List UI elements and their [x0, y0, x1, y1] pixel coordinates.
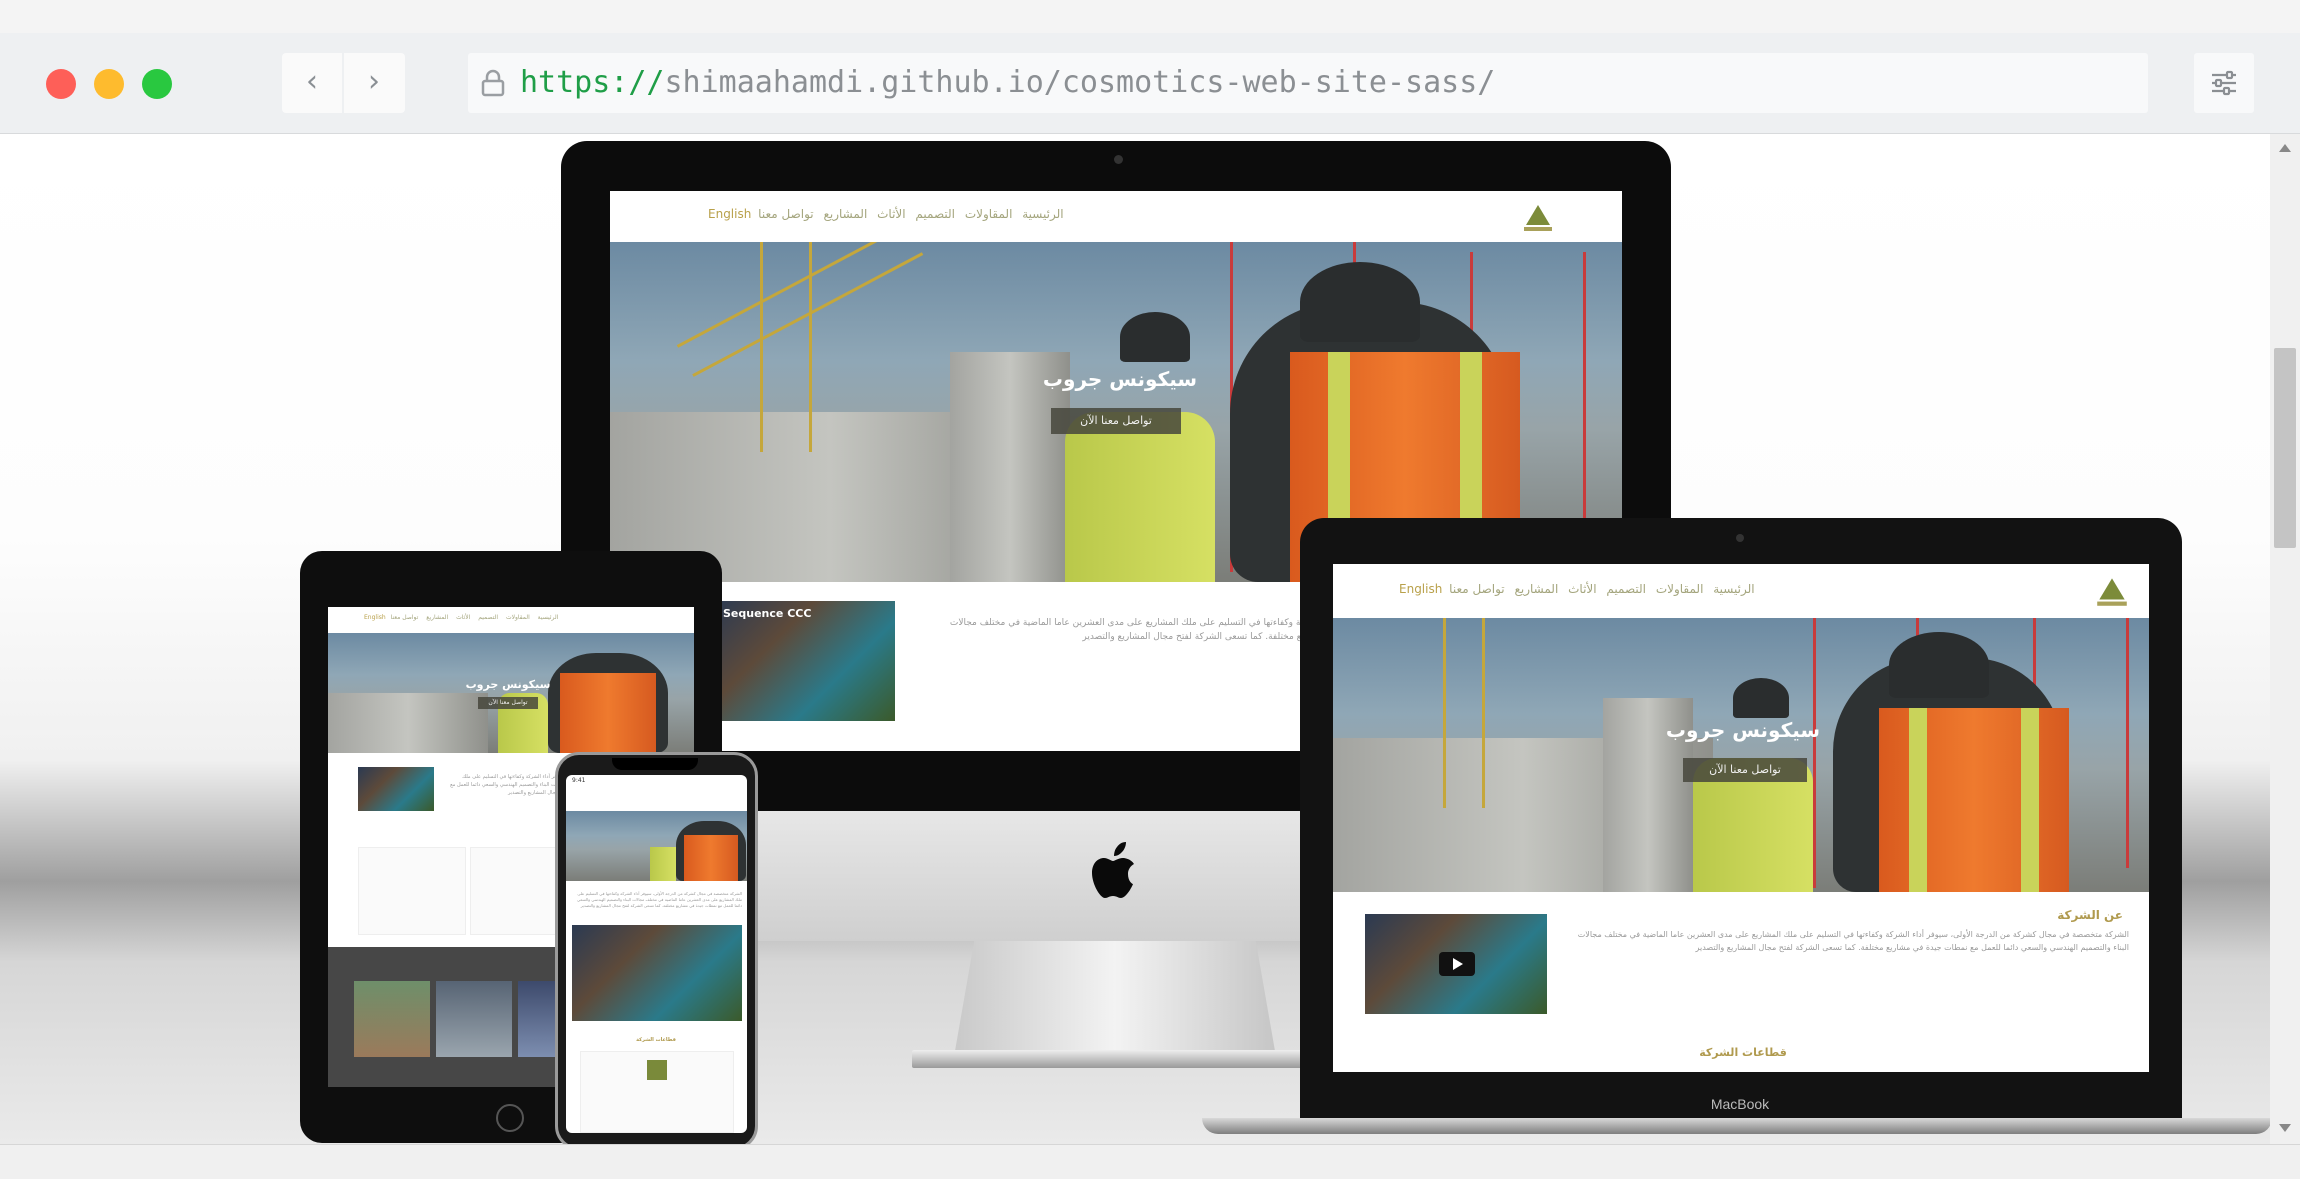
forward-button[interactable]: ›: [344, 53, 404, 113]
play-button[interactable]: [1439, 952, 1475, 976]
page-viewport: الرئيسية المقاولات التصميم الأثاث المشار…: [0, 134, 2270, 1144]
tablet-nav-design[interactable]: التصميم: [478, 614, 498, 621]
scrollbar-thumb[interactable]: [2274, 348, 2296, 548]
address-bar[interactable]: https://shimaahamdi.github.io/cosmotics-…: [468, 53, 2148, 113]
laptop-hero: سيكونس جروب تواصل معنا الآن: [1333, 618, 2149, 892]
url-path: shimaahamdi.github.io/cosmotics-web-site…: [664, 65, 1496, 100]
phone-frame: 9:41 الشركة متخصصة في مجال كشركة من الدر…: [555, 752, 758, 1144]
maximize-window-button[interactable]: [142, 69, 172, 99]
laptop-nav-contracting[interactable]: المقاولات: [1656, 582, 1704, 596]
nav-home[interactable]: الرئيسية: [1022, 207, 1063, 221]
site-logo: [1524, 205, 1552, 231]
laptop-hero-title: سيكونس جروب: [1665, 718, 1821, 742]
tablet-nav-home[interactable]: الرئيسية: [538, 614, 559, 621]
imac-stand-foot: [912, 1050, 1318, 1068]
apple-logo-icon: [1092, 842, 1134, 898]
nav-contact[interactable]: تواصل معنا: [758, 207, 813, 221]
tablet-hero-cta[interactable]: تواصل معنا الآن: [478, 697, 538, 709]
project-thumb[interactable]: [354, 981, 430, 1057]
imac-stand: [955, 941, 1275, 1051]
url-text: https://shimaahamdi.github.io/cosmotics-…: [520, 53, 1495, 113]
laptop-nav-language[interactable]: English: [1399, 582, 1442, 596]
phone-sector-card: [580, 1051, 734, 1133]
phone-about-text: الشركة متخصصة في مجال كشركة من الدرجة ال…: [576, 891, 742, 908]
phone-video[interactable]: [572, 925, 742, 1021]
tablet-nav-contracting[interactable]: المقاولات: [506, 614, 530, 621]
laptop-sectors-heading: قطاعات الشركة: [1699, 1046, 1787, 1059]
about-video[interactable]: Sequence CCC: [715, 601, 895, 721]
hero-cta-button[interactable]: تواصل معنا الآن: [1051, 408, 1181, 434]
nav-contracting[interactable]: المقاولات: [965, 207, 1013, 221]
back-button[interactable]: ‹: [282, 53, 344, 113]
phone-site-screen: 9:41 الشركة متخصصة في مجال كشركة من الدر…: [566, 775, 747, 1133]
tablet-hero-title: سيكونس جروب: [465, 678, 551, 691]
tablet-hero: سيكونس جروب تواصل معنا الآن: [328, 633, 694, 753]
laptop-about-heading: عن الشركة: [2057, 908, 2123, 922]
scroll-down-arrow-icon[interactable]: [2279, 1124, 2291, 1132]
laptop-video[interactable]: [1365, 914, 1547, 1014]
tablet-home-button: [496, 1104, 524, 1132]
lock-icon: [481, 69, 505, 97]
laptop-camera: [1736, 534, 1744, 542]
url-scheme: https://: [520, 65, 665, 100]
tablet-nav-furniture[interactable]: الأثاث: [456, 614, 470, 621]
laptop-site-navbar: الرئيسية المقاولات التصميم الأثاث المشار…: [1333, 564, 2149, 618]
minimize-window-button[interactable]: [94, 69, 124, 99]
laptop-nav-projects[interactable]: المشاريع: [1514, 582, 1558, 596]
laptop-base: [1202, 1118, 2270, 1134]
chevron-right-icon: ›: [368, 64, 380, 99]
phone-hero: [566, 811, 747, 881]
sector-icon: [647, 1060, 667, 1080]
close-window-button[interactable]: [46, 69, 76, 99]
hero-title: سيكونس جروب: [1042, 367, 1198, 391]
nav-furniture[interactable]: الأثاث: [877, 207, 905, 221]
laptop-hero-cta[interactable]: تواصل معنا الآن: [1683, 758, 1807, 782]
page-scrollbar[interactable]: [2270, 134, 2300, 1144]
laptop-nav-home[interactable]: الرئيسية: [1713, 582, 1754, 596]
phone-notch: [612, 758, 698, 770]
laptop-nav-contact[interactable]: تواصل معنا: [1449, 582, 1504, 596]
tablet-nav-links: الرئيسية المقاولات التصميم الأثاث المشار…: [364, 614, 561, 621]
tablet-sector-card: [358, 847, 466, 935]
laptop-site-screen: الرئيسية المقاولات التصميم الأثاث المشار…: [1333, 564, 2149, 1072]
nav-language[interactable]: English: [708, 207, 751, 221]
laptop-nav-links: الرئيسية المقاولات التصميم الأثاث المشار…: [1399, 582, 1758, 596]
laptop-frame: الرئيسية المقاولات التصميم الأثاث المشار…: [1300, 518, 2182, 1118]
history-nav: ‹ ›: [282, 53, 405, 113]
camera-dot: [1114, 155, 1123, 164]
nav-projects[interactable]: المشاريع: [823, 207, 867, 221]
phone-status-time: 9:41: [572, 777, 586, 784]
site-navbar: الرئيسية المقاولات التصميم الأثاث المشار…: [610, 191, 1622, 242]
laptop-nav-furniture[interactable]: الأثاث: [1568, 582, 1596, 596]
video-title: Sequence CCC: [723, 607, 812, 620]
status-bar: [0, 1144, 2300, 1179]
chevron-left-icon: ‹: [306, 64, 318, 99]
phone-sectors-heading: قطاعات الشركة: [636, 1037, 676, 1043]
laptop-site-logo: [2097, 578, 2127, 606]
site-nav-links: الرئيسية المقاولات التصميم الأثاث المشار…: [708, 207, 1067, 221]
tablet-nav-projects[interactable]: المشاريع: [426, 614, 448, 621]
tablet-nav-language[interactable]: English: [364, 614, 386, 621]
project-thumb[interactable]: [436, 981, 512, 1057]
laptop-about-text: الشركة متخصصة في مجال كشركة من الدرجة ال…: [1577, 930, 2129, 952]
tablet-site-navbar: الرئيسية المقاولات التصميم الأثاث المشار…: [328, 607, 694, 633]
tablet-nav-contact[interactable]: تواصل معنا: [391, 614, 419, 621]
scroll-up-arrow-icon[interactable]: [2279, 144, 2291, 152]
tablet-video[interactable]: [358, 767, 434, 811]
nav-design[interactable]: التصميم: [915, 207, 955, 221]
play-icon: [1453, 958, 1463, 970]
sliders-icon: [2212, 70, 2236, 96]
settings-button[interactable]: [2194, 53, 2254, 113]
laptop-brand-label: MacBook: [1710, 1096, 1770, 1112]
laptop-nav-design[interactable]: التصميم: [1606, 582, 1646, 596]
